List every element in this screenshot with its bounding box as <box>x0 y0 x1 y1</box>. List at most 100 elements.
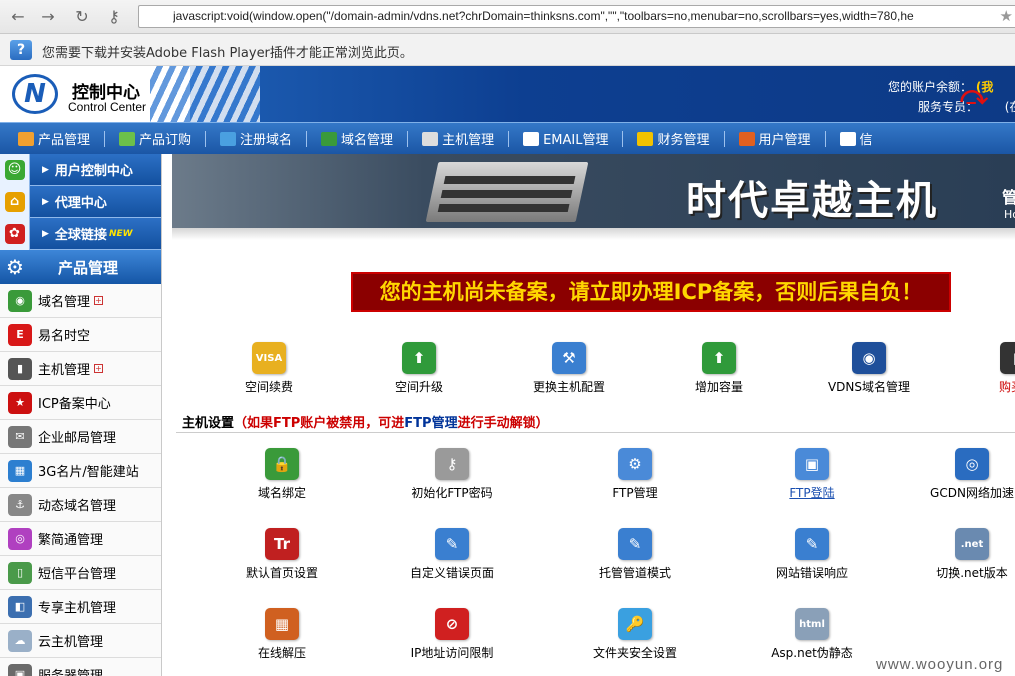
main-content: 时代卓越主机 管 Ho 您的主机尚未备案，请立即办理ICP备案，否则后果自负！ … <box>172 154 1015 676</box>
sidebar-item-icon: ▣ <box>8 663 32 676</box>
menu-item-icon <box>220 131 237 146</box>
dotnet-switch-icon: .net <box>955 528 989 560</box>
custom-error-icon: ✎ <box>435 528 469 560</box>
flash-notice-bar[interactable]: ? 您需要下载并安装Adobe Flash Player插件才能正常浏览此页。 <box>0 34 1015 66</box>
sidebar-item-8[interactable]: ▯ 短信平台管理 <box>0 556 161 590</box>
row2-item-0[interactable]: 🔒 域名绑定 <box>207 448 357 501</box>
topmenu-item-1[interactable]: 产品订购 <box>119 123 191 154</box>
row4-item-0[interactable]: ▦ 在线解压 <box>207 608 357 661</box>
triangle-right-icon: ▶ <box>42 228 49 239</box>
sidebar-item-11[interactable]: ▣服务器管理 <box>0 658 161 676</box>
sidebar-item-2[interactable]: ▮ 主机管理 + <box>0 352 161 386</box>
topmenu-item-8[interactable]: 信 <box>839 123 873 154</box>
menu-item-icon <box>321 131 338 146</box>
topmenu-item-4[interactable]: 主机管理 <box>422 123 494 154</box>
sidebar-item-icon: ▯ <box>8 561 32 584</box>
icp-warning-banner[interactable]: 您的主机尚未备案，请立即办理ICP备案，否则后果自负！ <box>351 272 951 312</box>
default-page-icon: Tr <box>265 528 299 560</box>
sidebar-item-icon: ⚓ <box>8 493 32 516</box>
sidebar-top-item-0[interactable]: ☺ ▶ 用户控制中心 <box>0 154 161 186</box>
expand-plus-icon[interactable]: + <box>94 364 104 373</box>
row2-item-1[interactable]: ⚷ 初始化FTP密码 <box>377 448 527 501</box>
sidebar: ☺ ▶ 用户控制中心 ⌂ ▶ 代理中心 ✿ ▶ 全球链接 NEW ⚙ 产品管理 ◉ 域名管理 + E 易名… <box>0 154 162 676</box>
triangle-right-icon: ▶ <box>42 196 49 207</box>
sidebar-item-0[interactable]: ◉ 域名管理 + <box>0 284 161 318</box>
topmenu-item-3[interactable]: 域名管理 <box>321 123 393 154</box>
sidebar-item-icon: ◎ <box>8 527 32 550</box>
expand-plus-icon[interactable]: + <box>94 296 104 305</box>
gcdn-global-icon: ◎ <box>955 448 989 480</box>
row4-item-1[interactable]: ⊘ IP地址访问限制 <box>377 608 527 661</box>
visa-card-icon: VISA <box>252 342 286 374</box>
server-rack-image <box>425 162 589 222</box>
buy-server-icon: ▮ <box>1000 342 1015 374</box>
domain-bind-icon: 🔒 <box>265 448 299 480</box>
ftp-password-key-icon: ⚷ <box>435 448 469 480</box>
menu-item-icon <box>18 131 34 146</box>
globe-link-icon: ✿ <box>0 217 30 250</box>
row3-item-1[interactable]: ✎ 自定义错误页面 <box>377 528 527 581</box>
row3-item-4[interactable]: .net 切换.net版本 <box>897 528 1015 581</box>
row3-item-0[interactable]: Tr 默认首页设置 <box>207 528 357 581</box>
row1-item-2[interactable]: ⚒ 更换主机配置 <box>494 342 644 395</box>
row3-item-3[interactable]: ✎ 网站错误响应 <box>737 528 887 581</box>
menu-item-icon <box>523 131 540 146</box>
sidebar-item-10[interactable]: ☁ 云主机管理 <box>0 624 161 658</box>
pipeline-mode-icon: ✎ <box>618 528 652 560</box>
row2-item-4[interactable]: ◎ GCDN网络加速 <box>897 448 1015 501</box>
unzip-icon: ▦ <box>265 608 299 640</box>
row1-item-3[interactable]: ⬆ 增加容量 <box>644 342 794 395</box>
sidebar-item-icon: ◉ <box>8 289 32 312</box>
address-bar-url[interactable]: javascript:void(window.open("/domain-adm… <box>173 9 993 23</box>
browser-toolbar: ← → ↻ ⚷ javascript:void(window.open("/do… <box>0 0 1015 34</box>
row1-item-1[interactable]: ⬆ 空间升级 <box>344 342 494 395</box>
row1-item-5[interactable]: ▮购买独 <box>942 342 1015 395</box>
ftp-login-icon: ▣ <box>795 448 829 480</box>
key-icon[interactable]: ⚷ <box>104 7 124 27</box>
top-nav-menu: 产品管理 产品订购 注册域名 域名管理 主机管理 EMAIL管理 财务管理 用户管理信 <box>0 122 1015 154</box>
topmenu-item-6[interactable]: 财务管理 <box>637 123 710 154</box>
upgrade-arrow-icon: ⬆ <box>402 342 436 374</box>
topmenu-item-2[interactable]: 注册域名 <box>220 123 292 154</box>
menu-item-icon <box>119 131 136 146</box>
sidebar-item-3[interactable]: ★ ICP备案中心 <box>0 386 161 420</box>
error-response-icon: ✎ <box>795 528 829 560</box>
plugin-icon: ? <box>10 40 32 60</box>
sidebar-item-5[interactable]: ▦ 3G名片/智能建站 <box>0 454 161 488</box>
row1-item-0[interactable]: VISA 空间续费 <box>194 342 344 395</box>
sidebar-top-item-2[interactable]: ✿ ▶ 全球链接 NEW <box>0 217 161 250</box>
row3-item-2[interactable]: ✎ 托管管道模式 <box>560 528 710 581</box>
arrow-right-icon[interactable]: → <box>38 7 58 27</box>
ip-block-icon: ⊘ <box>435 608 469 640</box>
row2-item-3[interactable]: ▣ FTP登陆 <box>737 448 887 501</box>
sidebar-top-item-1[interactable]: ⌂ ▶ 代理中心 <box>0 185 161 218</box>
row1-item-4[interactable]: ◉ VDNS域名管理 <box>794 342 944 395</box>
sidebar-item-7[interactable]: ◎ 繁简通管理 <box>0 522 161 556</box>
config-tools-icon: ⚒ <box>552 342 586 374</box>
topmenu-item-7[interactable]: 用户管理 <box>738 123 811 154</box>
address-bar[interactable]: javascript:void(window.open("/domain-adm… <box>138 5 1015 28</box>
sidebar-item-4[interactable]: ✉ 企业邮局管理 <box>0 420 161 454</box>
sidebar-section-product-management[interactable]: ⚙ 产品管理 <box>0 250 161 284</box>
sidebar-item-6[interactable]: ⚓ 动态域名管理 <box>0 488 161 522</box>
menu-item-icon <box>839 131 856 146</box>
sidebar-item-icon: E <box>8 323 32 346</box>
redaction-mark: ⤼ <box>960 81 988 111</box>
topmenu-item-5[interactable]: EMAIL管理 <box>523 123 608 154</box>
sidebar-item-9[interactable]: ◧ 专享主机管理 <box>0 590 161 624</box>
star-icon[interactable]: ★ <box>1000 7 1013 25</box>
arrow-left-icon[interactable]: ← <box>8 7 28 27</box>
topmenu-item-0[interactable]: 产品管理 <box>18 123 90 154</box>
triangle-right-icon: ▶ <box>42 164 49 175</box>
row4-item-2[interactable]: 🔑 文件夹安全设置 <box>560 608 710 661</box>
row2-item-2[interactable]: ⚙ FTP管理 <box>560 448 710 501</box>
sidebar-item-1[interactable]: E 易名时空 <box>0 318 161 352</box>
sidebar-item-icon: ☁ <box>8 629 32 652</box>
vdns-icon: ◉ <box>852 342 886 374</box>
reload-icon[interactable]: ↻ <box>72 7 92 27</box>
logo-icon: N <box>12 74 58 114</box>
menu-item-icon <box>422 131 439 146</box>
folder-security-icon: 🔑 <box>618 608 652 640</box>
row4-item-3[interactable]: html Asp.net伪静态 <box>737 608 887 661</box>
ftp-manage-link[interactable]: FTP管理 <box>404 416 457 431</box>
